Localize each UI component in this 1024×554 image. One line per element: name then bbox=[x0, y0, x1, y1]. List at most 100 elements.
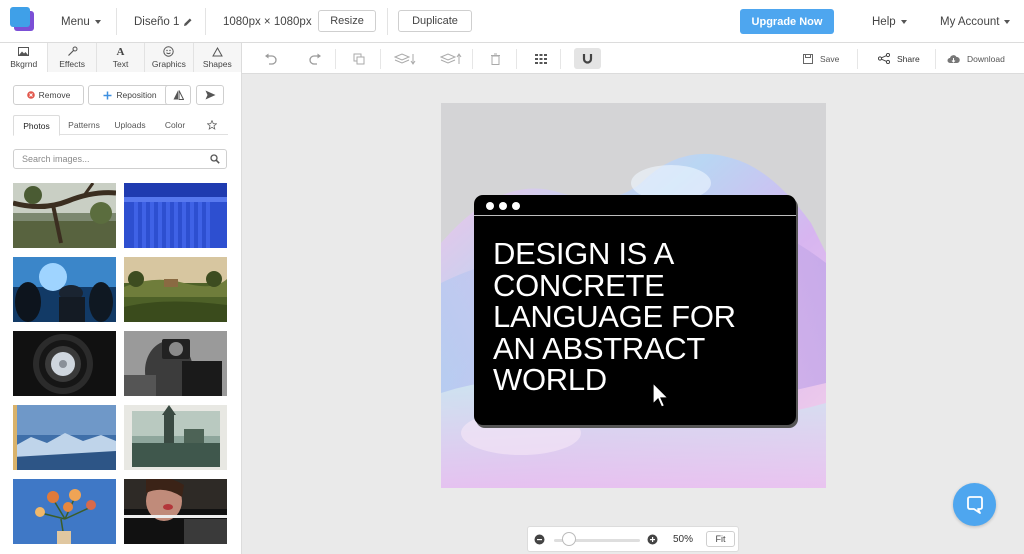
pencil-icon bbox=[184, 18, 192, 26]
subtab-color[interactable]: Color bbox=[161, 115, 189, 135]
subtab-favorites[interactable] bbox=[204, 115, 220, 135]
app-logo[interactable] bbox=[10, 7, 34, 31]
remove-button[interactable]: Remove bbox=[13, 85, 84, 105]
account-menu[interactable]: My Account bbox=[940, 0, 1011, 43]
window-text-box[interactable]: DESIGN IS A CONCRETE LANGUAGE FOR AN ABS… bbox=[474, 195, 796, 425]
share-label: Share bbox=[897, 53, 920, 64]
reposition-label: Reposition bbox=[116, 90, 157, 100]
chevron-down-icon bbox=[94, 19, 101, 24]
top-bar: Menu Diseño 1 1080px × 1080px Resize Dup… bbox=[0, 0, 1024, 43]
tab-graphics[interactable]: Graphics bbox=[145, 43, 194, 72]
share-button[interactable]: Share bbox=[878, 43, 920, 74]
dimensions-label: 1080px × 1080px bbox=[223, 15, 312, 28]
mountains-photo[interactable] bbox=[13, 405, 116, 470]
snap-toggle[interactable] bbox=[574, 48, 601, 69]
window-dots bbox=[486, 202, 525, 210]
redo-icon bbox=[308, 53, 321, 65]
chat-bubble-icon bbox=[966, 495, 983, 514]
flowers-vase-photo[interactable] bbox=[13, 479, 116, 544]
subtab-patterns[interactable]: Patterns bbox=[63, 115, 105, 135]
subtab-photos[interactable]: Photos bbox=[13, 115, 60, 136]
tab-label: Effects bbox=[59, 59, 86, 69]
sidebar-tabs: Bkgrnd Effects A Text Graphics Shapes bbox=[0, 43, 242, 72]
photo-source-tabs: Photos Patterns Uploads Color bbox=[13, 115, 228, 136]
blue-columns-photo[interactable] bbox=[124, 183, 227, 248]
triangle-icon bbox=[211, 46, 223, 57]
remove-label: Remove bbox=[38, 90, 71, 100]
send-icon bbox=[205, 90, 215, 100]
woman-face-photo[interactable] bbox=[124, 479, 227, 544]
reposition-button[interactable]: Reposition bbox=[88, 85, 172, 105]
delete-button[interactable] bbox=[486, 50, 504, 68]
tab-label: Graphics bbox=[151, 59, 186, 69]
image-icon bbox=[18, 46, 30, 57]
resize-button[interactable]: Resize bbox=[318, 10, 376, 32]
save-icon bbox=[803, 53, 813, 64]
grid-icon bbox=[535, 54, 547, 64]
chevron-down-icon bbox=[1004, 19, 1011, 24]
menu-label: Menu bbox=[61, 15, 90, 28]
send-backward-button[interactable] bbox=[393, 50, 417, 68]
share-icon bbox=[878, 53, 890, 64]
document-name-label: Diseño 1 bbox=[134, 15, 180, 28]
document-name[interactable]: Diseño 1 bbox=[134, 0, 193, 43]
flip-icon bbox=[173, 90, 184, 100]
help-label: Help bbox=[872, 15, 896, 28]
countryside-house-photo[interactable] bbox=[124, 257, 227, 322]
help-chat-button[interactable] bbox=[953, 483, 996, 526]
duplicate-button[interactable]: Duplicate bbox=[398, 10, 472, 32]
layer-up-icon bbox=[440, 53, 462, 64]
fit-button[interactable]: Fit bbox=[706, 531, 735, 547]
download-label: Download bbox=[967, 53, 1005, 64]
bring-forward-button[interactable] bbox=[439, 50, 463, 68]
concert-crowd-photo[interactable] bbox=[13, 257, 116, 322]
redo-button[interactable] bbox=[306, 50, 324, 68]
search-icon[interactable] bbox=[210, 154, 220, 164]
text-icon: A bbox=[116, 45, 125, 58]
copy-icon bbox=[353, 53, 365, 65]
magic-wand-icon bbox=[67, 46, 78, 57]
zoom-in-icon[interactable] bbox=[647, 534, 658, 545]
flip-button[interactable] bbox=[165, 85, 191, 105]
zoom-slider-handle[interactable] bbox=[562, 532, 577, 546]
tab-label: Shapes bbox=[202, 59, 232, 69]
layer-down-icon bbox=[394, 53, 416, 65]
save-label: Save bbox=[820, 53, 840, 64]
tab-bkgrnd[interactable]: Bkgrnd bbox=[0, 43, 49, 72]
search-input[interactable] bbox=[14, 150, 204, 168]
send-button[interactable] bbox=[196, 85, 224, 105]
menu-button[interactable]: Menu bbox=[61, 0, 101, 43]
help-menu[interactable]: Help bbox=[872, 0, 907, 43]
magnet-icon bbox=[582, 54, 593, 64]
undo-icon bbox=[264, 53, 277, 65]
tab-text[interactable]: A Text bbox=[96, 43, 146, 72]
subtab-uploads[interactable]: Uploads bbox=[110, 115, 150, 135]
zoom-out-icon[interactable] bbox=[534, 534, 545, 545]
headline-text[interactable]: DESIGN IS A CONCRETE LANGUAGE FOR AN ABS… bbox=[493, 238, 783, 396]
tab-effects[interactable]: Effects bbox=[48, 43, 97, 72]
photo-grid bbox=[13, 183, 229, 554]
trash-icon bbox=[490, 53, 500, 65]
move-icon bbox=[103, 91, 112, 99]
speaker-grille-photo[interactable] bbox=[13, 331, 116, 396]
zoom-level: 50% bbox=[672, 533, 693, 545]
editor-toolbar: Save Share Download bbox=[242, 43, 1024, 74]
download-button[interactable]: Download bbox=[947, 43, 1005, 74]
undo-button[interactable] bbox=[261, 50, 279, 68]
tab-shapes[interactable]: Shapes bbox=[193, 43, 242, 72]
copy-button[interactable] bbox=[350, 50, 368, 68]
vintage-building-photo[interactable] bbox=[124, 405, 227, 470]
window-title-divider bbox=[474, 215, 796, 216]
account-label: My Account bbox=[940, 15, 1000, 28]
tab-label: Text bbox=[112, 59, 129, 69]
camera-portrait-photo[interactable] bbox=[124, 331, 227, 396]
upgrade-button[interactable]: Upgrade Now bbox=[740, 9, 834, 34]
zoom-control: 50% Fit bbox=[527, 526, 739, 552]
save-button[interactable]: Save bbox=[803, 43, 839, 74]
star-icon bbox=[207, 120, 217, 130]
remove-icon bbox=[26, 91, 35, 99]
grid-button[interactable] bbox=[532, 50, 550, 68]
mouse-cursor-icon bbox=[652, 382, 670, 408]
tree-branch-photo[interactable] bbox=[13, 183, 116, 248]
chevron-down-icon bbox=[900, 19, 907, 24]
